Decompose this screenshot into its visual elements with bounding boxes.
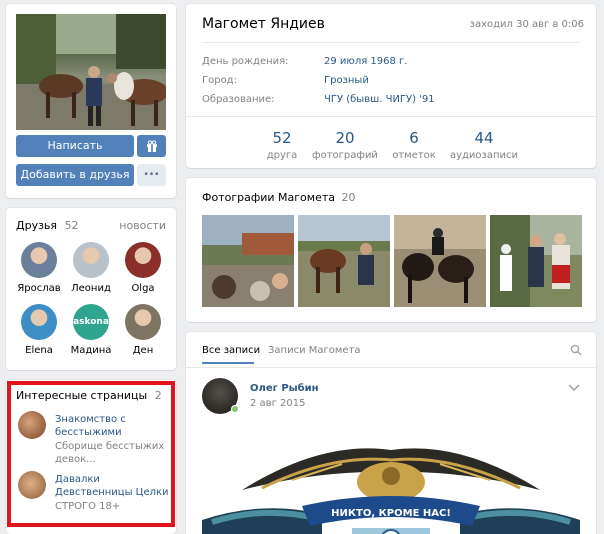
avatar-card: Написать сообщение Добавить в друзья •••	[6, 4, 176, 198]
photo-thumb[interactable]	[490, 215, 582, 307]
profile-photo[interactable]	[16, 14, 166, 130]
photo-thumb[interactable]	[298, 215, 390, 307]
online-indicator	[231, 405, 239, 413]
friends-count: 52	[64, 219, 79, 232]
friend-avatar	[21, 242, 57, 278]
counter-label: отметок	[392, 150, 436, 161]
photo-thumb-image	[298, 215, 390, 307]
profile-photo-image	[16, 14, 166, 130]
wall-card: Все записи Записи Магомета Олег Рыбин 2 …	[186, 332, 596, 534]
photos-count: 20	[341, 191, 356, 204]
chevron-down-icon	[568, 384, 580, 392]
counter-label: аудиозаписи	[449, 150, 519, 161]
photo-thumb-image	[490, 215, 582, 307]
add-friend-button[interactable]: Добавить в друзья	[16, 164, 134, 186]
friend-item[interactable]: Леонид	[68, 242, 114, 294]
write-message-button[interactable]: Написать сообщение	[16, 135, 134, 174]
tab-all-posts[interactable]: Все записи	[202, 345, 260, 356]
info-city: Город: Грозный	[202, 75, 369, 86]
divider	[186, 367, 596, 368]
profile-card: Магомет Яндиев заходил 30 авг в 0:06 Ден…	[186, 4, 596, 168]
tab-owner-posts[interactable]: Записи Магомета	[268, 345, 361, 356]
friend-name: Леонид	[71, 283, 111, 294]
divider	[202, 42, 580, 43]
friend-avatar	[21, 304, 57, 340]
photos-title: Фотографии Магомета	[202, 191, 335, 204]
friend-name: Elena	[25, 345, 53, 356]
info-value[interactable]: 29 июля 1968 г.	[324, 56, 407, 67]
friends-news-link[interactable]: новости	[119, 219, 166, 232]
wall-search-button[interactable]	[570, 344, 582, 359]
friend-item[interactable]: Ярослав	[16, 242, 62, 294]
info-birthday: День рождения: 29 июля 1968 г.	[202, 56, 407, 67]
friends-card: Друзья 52 новости Ярослав Леонид Olga Elena…	[6, 208, 176, 370]
info-value[interactable]: Грозный	[324, 75, 369, 86]
post-menu-button[interactable]	[568, 382, 580, 395]
counter-photos[interactable]: 20 фотографий	[305, 129, 385, 161]
tab-underline	[202, 362, 254, 364]
counter-number: 44	[474, 129, 494, 147]
post-image[interactable]: НИКТО, КРОМЕ НАС!	[202, 430, 580, 534]
post-author-name[interactable]: Олег Рыбин	[250, 383, 319, 394]
counter-audio[interactable]: 44 аудиозаписи	[444, 129, 524, 161]
info-label: День рождения:	[202, 56, 289, 67]
post-date[interactable]: 2 авг 2015	[250, 398, 305, 409]
photo-thumb-image	[202, 215, 294, 307]
search-icon	[570, 344, 582, 356]
friend-item[interactable]: askona Мадина	[68, 304, 114, 356]
friend-avatar	[73, 242, 109, 278]
info-label: Город:	[202, 75, 237, 86]
friend-item[interactable]: Ден	[120, 304, 166, 356]
photos-header[interactable]: Фотографии Магомета 20	[202, 191, 356, 204]
counter-tags[interactable]: 6 отметок	[374, 129, 454, 161]
divider	[186, 116, 596, 117]
friend-avatar-badge: askona	[73, 317, 109, 327]
photo-thumb[interactable]	[202, 215, 294, 307]
send-gift-button[interactable]	[137, 135, 166, 157]
friend-item[interactable]: Olga	[120, 242, 166, 294]
photos-card: Фотографии Магомета 20	[186, 178, 596, 322]
friend-item[interactable]: Elena	[16, 304, 62, 356]
friends-title: Друзья	[16, 219, 58, 232]
last-seen: заходил 30 авг в 0:06	[469, 19, 584, 30]
friend-name: Ярослав	[17, 283, 61, 294]
info-education: Образование: ЧГУ (бывш. ЧИГУ) '91	[202, 94, 435, 105]
counter-number: 6	[409, 129, 419, 147]
friend-name: Мадина	[70, 345, 112, 356]
counter-label: фотографий	[312, 150, 378, 161]
friend-name: Ден	[132, 345, 154, 356]
emblem-text: НИКТО, КРОМЕ НАС!	[331, 508, 451, 519]
friend-avatar: askona	[73, 304, 109, 340]
vdv-emblem-image: НИКТО, КРОМЕ НАС!	[202, 430, 580, 534]
friend-name: Olga	[131, 283, 155, 294]
info-label: Образование:	[202, 94, 275, 105]
profile-name: Магомет Яндиев	[202, 16, 325, 32]
more-actions-button[interactable]: •••	[137, 164, 166, 186]
info-value[interactable]: ЧГУ (бывш. ЧИГУ) '91	[324, 94, 435, 105]
photo-thumb-image	[394, 215, 486, 307]
gift-icon	[146, 140, 157, 152]
counter-number: 20	[335, 129, 355, 147]
friend-avatar	[125, 242, 161, 278]
friend-avatar	[125, 304, 161, 340]
highlight-frame	[7, 381, 175, 527]
photo-thumb[interactable]	[394, 215, 486, 307]
friends-header[interactable]: Друзья 52	[16, 219, 79, 232]
